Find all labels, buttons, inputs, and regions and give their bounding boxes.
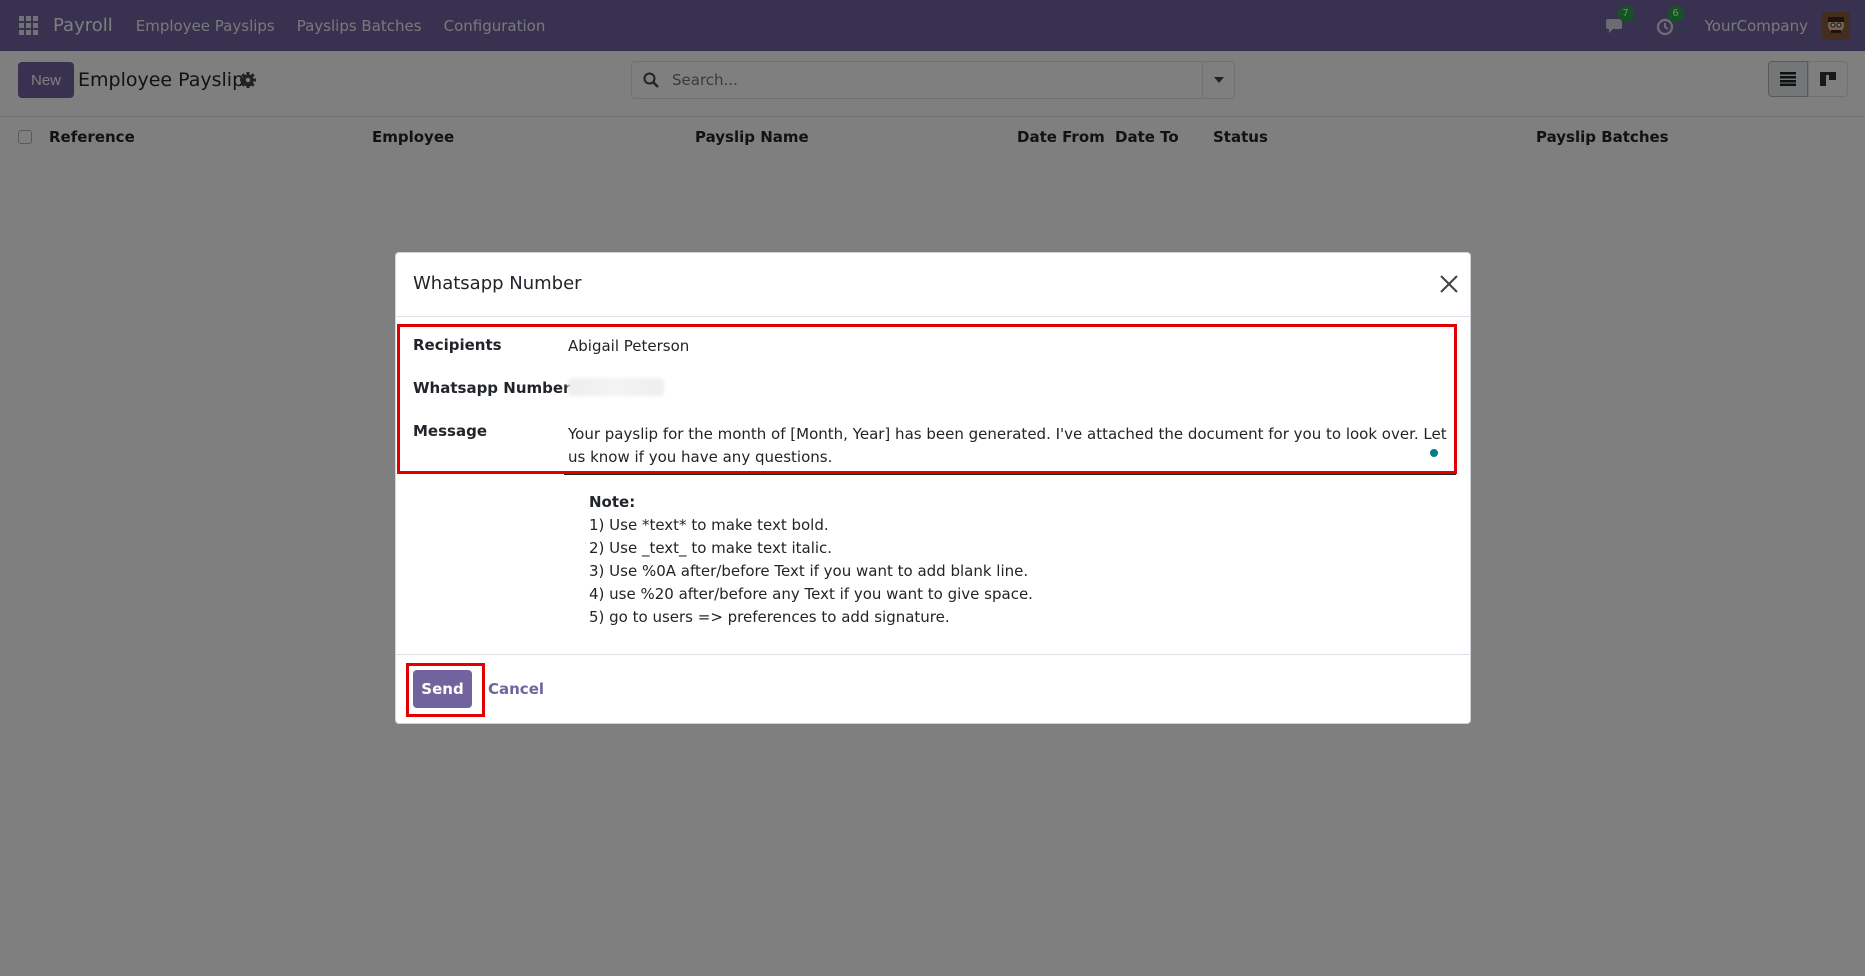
note-line: 3) Use %0A after/before Text if you want… bbox=[589, 562, 1029, 580]
whatsapp-dialog: Whatsapp Number Recipients Abigail Peter… bbox=[395, 252, 1471, 724]
recipients-value[interactable]: Abigail Peterson bbox=[568, 337, 689, 355]
message-label: Message bbox=[413, 422, 487, 440]
note-title: Note: bbox=[589, 493, 636, 511]
note-line: 2) Use _text_ to make text italic. bbox=[589, 539, 833, 557]
note-line: 5) go to users => preferences to add sig… bbox=[589, 608, 950, 626]
message-textarea[interactable]: Your payslip for the month of [Month, Ye… bbox=[568, 423, 1450, 469]
send-button[interactable]: Send bbox=[413, 670, 472, 708]
whatsapp-number-label: Whatsapp Number bbox=[413, 379, 571, 397]
dialog-header: Whatsapp Number bbox=[396, 253, 1470, 317]
dialog-footer: Send Cancel bbox=[396, 654, 1470, 724]
whatsapp-number-field[interactable] bbox=[568, 378, 664, 396]
note-line: 4) use %20 after/before any Text if you … bbox=[589, 585, 1033, 603]
note-line: 1) Use *text* to make text bold. bbox=[589, 516, 829, 534]
dialog-title: Whatsapp Number bbox=[413, 273, 582, 294]
note-block: Note: 1) Use *text* to make text bold. 2… bbox=[589, 491, 1033, 629]
message-underline bbox=[564, 474, 1456, 475]
status-dot-icon bbox=[1430, 449, 1438, 457]
cancel-button[interactable]: Cancel bbox=[488, 680, 544, 698]
close-icon[interactable] bbox=[1437, 272, 1461, 296]
recipients-label: Recipients bbox=[413, 336, 502, 354]
